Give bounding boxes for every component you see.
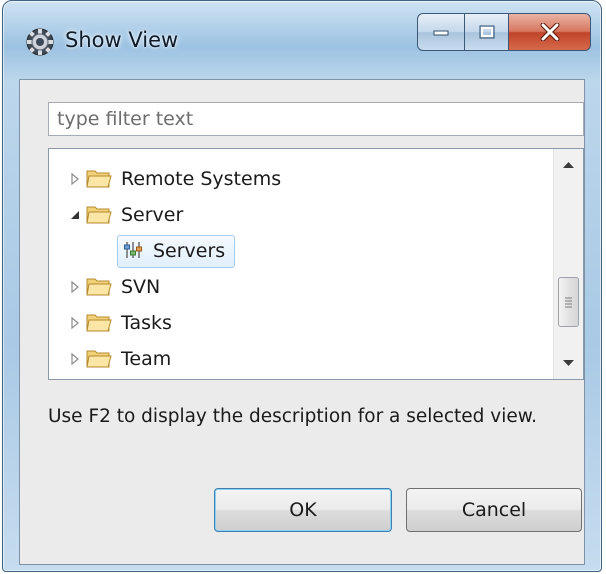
- view-tree[interactable]: Remote Systems Server Servers SVN Tasks …: [48, 148, 584, 380]
- ok-button[interactable]: OK: [214, 488, 392, 532]
- maximize-button[interactable]: [465, 13, 509, 51]
- tree-item-label: Server: [121, 204, 184, 226]
- servers-view-icon: [124, 242, 142, 258]
- dialog-content: Remote Systems Server: [19, 79, 585, 565]
- tree-item-svn[interactable]: SVN: [49, 269, 549, 305]
- grip-icon: [565, 297, 572, 308]
- expand-arrow-icon: [71, 172, 79, 186]
- filter-input[interactable]: [48, 102, 584, 136]
- folder-icon: [86, 314, 112, 332]
- tree-item-remote-systems[interactable]: Remote Systems: [49, 161, 549, 197]
- tree-item-servers[interactable]: Servers: [49, 233, 549, 269]
- tree-item-label: Remote Systems: [121, 168, 282, 190]
- expand-arrow-icon: [71, 352, 79, 366]
- scroll-up-arrow-icon[interactable]: [554, 149, 583, 181]
- title-bar[interactable]: Show View: [3, 1, 601, 79]
- folder-open-icon: [86, 206, 112, 224]
- close-button[interactable]: [509, 13, 591, 51]
- scrollbar-thumb[interactable]: [558, 277, 579, 327]
- expand-arrow-icon: [71, 316, 79, 330]
- tree-item-label: Team: [121, 348, 172, 370]
- show-view-dialog: Show View type filter text Remote System…: [2, 0, 602, 572]
- vertical-scrollbar[interactable]: [553, 149, 583, 379]
- folder-icon: [86, 278, 112, 296]
- minimize-icon: [433, 30, 449, 36]
- tree-item-label: Tasks: [121, 312, 172, 334]
- expand-arrow-icon: [71, 280, 79, 294]
- tree-item-server[interactable]: Server: [49, 197, 549, 233]
- window-title: Show View: [65, 28, 179, 52]
- description-hint: Use F2 to display the description for a …: [48, 406, 538, 427]
- minimize-button[interactable]: [417, 13, 465, 51]
- tree-item-team[interactable]: Team: [49, 341, 549, 377]
- eclipse-gear-icon: [26, 28, 54, 56]
- scroll-down-arrow-icon[interactable]: [554, 347, 583, 379]
- tree-item-label: SVN: [121, 276, 161, 298]
- tree-item-tasks[interactable]: Tasks: [49, 305, 549, 341]
- folder-icon: [86, 170, 112, 188]
- close-icon: [540, 23, 559, 41]
- caption-buttons: [417, 13, 591, 51]
- tree-item-label: Servers: [153, 240, 226, 262]
- folder-icon: [86, 350, 112, 368]
- maximize-icon: [479, 25, 494, 39]
- collapse-arrow-icon: [71, 211, 79, 219]
- cancel-button[interactable]: Cancel: [406, 488, 582, 532]
